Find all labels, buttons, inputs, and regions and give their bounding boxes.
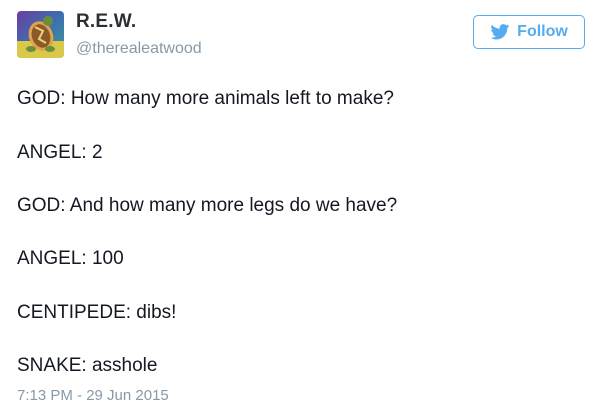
follow-button-label: Follow	[517, 23, 568, 40]
tweet-line: ANGEL: 100	[17, 248, 124, 269]
tweet-line: CENTIPEDE: dibs!	[17, 302, 177, 323]
author-handle[interactable]: @therealeatwood	[76, 40, 202, 58]
tweet-line: ANGEL: 2	[17, 142, 103, 163]
follow-button[interactable]: Follow	[473, 15, 585, 49]
author-display-name[interactable]: R.E.W.	[76, 11, 136, 33]
tweet-card: R.E.W. @therealeatwood Follow GOD: How m…	[0, 0, 600, 417]
twitter-bird-icon	[490, 24, 510, 40]
tweet-line: GOD: How many more animals left to make?	[17, 88, 394, 109]
tweet-line: GOD: And how many more legs do we have?	[17, 195, 398, 216]
tweet-line: SNAKE: asshole	[17, 355, 158, 376]
tortoise-avatar-icon[interactable]	[17, 11, 64, 58]
tweet-timestamp[interactable]: 7:13 PM - 29 Jun 2015	[17, 387, 169, 404]
